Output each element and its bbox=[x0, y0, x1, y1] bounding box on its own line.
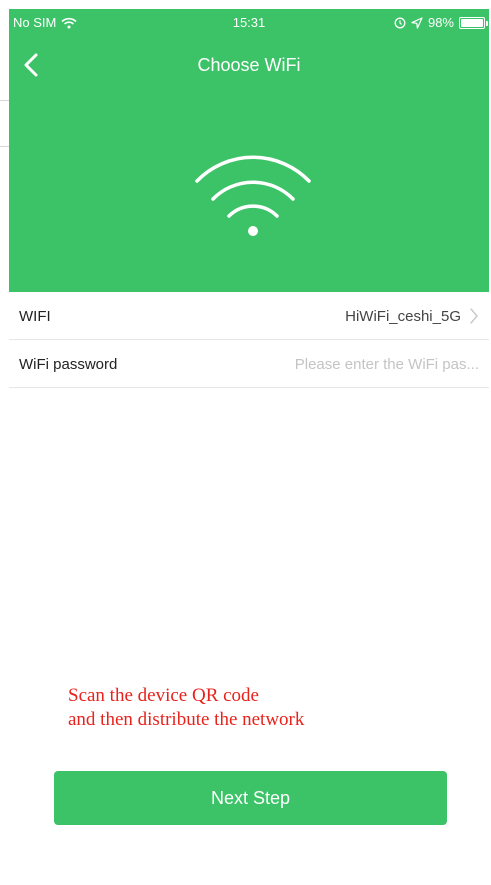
status-right: 98% bbox=[394, 15, 488, 30]
wifi-password-row: WiFi password bbox=[9, 340, 489, 388]
next-step-button[interactable]: Next Step bbox=[54, 771, 447, 825]
password-label: WiFi password bbox=[19, 355, 118, 373]
location-arrow-icon bbox=[411, 16, 423, 29]
wifi-ssid-value: HiWiFi_ceshi_5G bbox=[345, 307, 461, 325]
annotation-note: Scan the device QR code and then distrib… bbox=[68, 684, 304, 732]
annotation-line-2: and then distribute the network bbox=[68, 709, 305, 730]
page-title: Choose WiFi bbox=[197, 55, 301, 75]
wifi-password-input[interactable] bbox=[259, 355, 479, 373]
wifi-hero-icon bbox=[195, 155, 311, 236]
edge-divider bbox=[0, 100, 9, 101]
alarm-icon bbox=[394, 17, 406, 28]
battery-icon bbox=[459, 16, 488, 29]
wifi-value-group: HiWiFi_ceshi_5G bbox=[345, 307, 479, 325]
chevron-right-icon bbox=[470, 308, 478, 324]
nav-bar: Choose WiFi bbox=[9, 45, 489, 85]
battery-percent: 98% bbox=[427, 15, 454, 30]
header-panel: No SIM 15:31 98% Choose WiFi bbox=[9, 9, 489, 292]
wifi-select-row[interactable]: WIFI HiWiFi_ceshi_5G bbox=[9, 292, 489, 340]
edge-divider bbox=[0, 146, 9, 147]
battery-tip bbox=[486, 20, 488, 26]
annotation-line-1: Scan the device QR code bbox=[68, 685, 259, 706]
row-divider bbox=[9, 387, 489, 388]
wifi-label: WIFI bbox=[19, 307, 51, 325]
status-bar: No SIM 15:31 98% bbox=[9, 9, 489, 37]
screen: No SIM 15:31 98% Choose WiFi WIFI HiWiFi… bbox=[0, 0, 491, 885]
left-edge-strip bbox=[0, 0, 9, 885]
battery-fill bbox=[461, 18, 483, 27]
